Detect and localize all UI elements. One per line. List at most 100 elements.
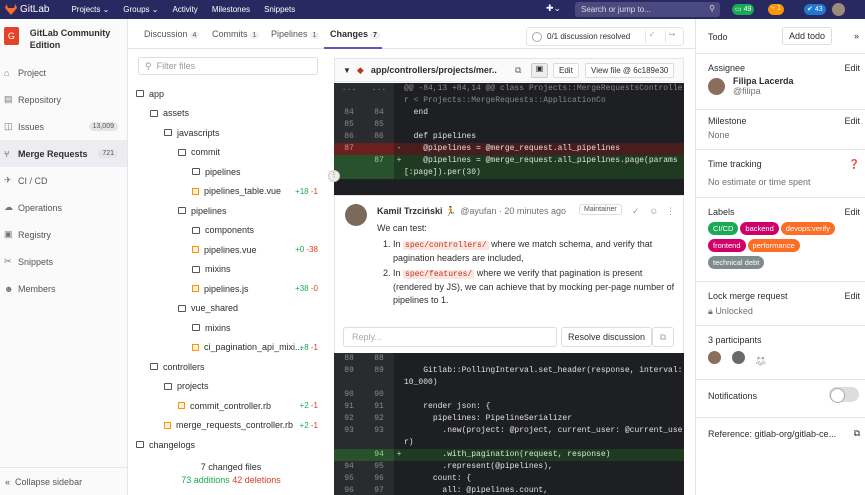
nav-groups[interactable]: Groups ⌄ (123, 5, 158, 14)
issues-badge[interactable]: ✔ 43 (804, 4, 826, 15)
line-number[interactable]: 95 (334, 473, 364, 485)
reply-input[interactable]: Reply... (343, 327, 557, 347)
line-number[interactable]: 94 (364, 449, 394, 461)
tab-changes[interactable]: Changes 7 (330, 29, 380, 39)
tree-file[interactable]: pipelines.vue +0 -38 (128, 240, 334, 260)
collapse-sidebar-button[interactable]: « Collapse sidebar (0, 467, 127, 495)
resolve-issue-icon[interactable]: ⧉ (652, 327, 674, 347)
copy-reference-icon[interactable]: ⧉ (854, 428, 860, 439)
sidebar-item-merge-requests[interactable]: ⑂ Merge Requests 721 (0, 140, 127, 167)
line-number[interactable]: 92 (364, 413, 394, 425)
line-number[interactable]: 93 (364, 425, 394, 449)
tree-folder[interactable]: controllers (128, 357, 334, 377)
line-number[interactable]: 90 (364, 389, 394, 401)
user-avatar[interactable] (832, 3, 845, 16)
view-file-button[interactable]: View file @ 6c189e30 (585, 63, 675, 78)
line-number[interactable]: 88 (364, 353, 394, 365)
line-number[interactable]: ... (334, 83, 364, 107)
label-badge[interactable]: CI/CD (708, 222, 739, 235)
tree-folder[interactable]: mixins (128, 260, 334, 280)
sidebar-item-snippets[interactable]: ✂ Snippets (0, 248, 127, 275)
tab-pipelines[interactable]: Pipelines 1 (271, 29, 320, 39)
collapse-right-sidebar-icon[interactable]: » (854, 31, 859, 41)
participant-avatar[interactable]: 🦊︎ (755, 356, 769, 369)
sidebar-item-members[interactable]: ☻ Members (0, 275, 127, 302)
lock-edit[interactable]: Edit (844, 291, 860, 301)
tree-folder[interactable]: pipelines (128, 201, 334, 221)
line-number[interactable]: 86 (364, 131, 394, 143)
add-todo-button[interactable]: Add todo (782, 27, 833, 45)
line-number[interactable]: 90 (334, 389, 364, 401)
tab-commits[interactable]: Commits 1 (212, 29, 260, 39)
tree-file[interactable]: ci_pagination_api_mixi... +8 -1 (128, 338, 334, 358)
author-avatar[interactable] (345, 204, 367, 226)
label-badge[interactable]: devops:verify (780, 222, 835, 235)
line-number[interactable] (334, 449, 364, 461)
todos-badge[interactable]: ▭ 49 (732, 4, 755, 15)
sidebar-item-ci-cd[interactable]: ✈ CI / CD (0, 167, 127, 194)
nav-milestones[interactable]: Milestones (212, 5, 250, 14)
sidebar-item-project[interactable]: ⌂ Project (0, 59, 127, 86)
line-number[interactable]: 84 (334, 107, 364, 119)
tree-folder[interactable]: app (128, 84, 334, 104)
tree-folder[interactable]: commit (128, 143, 334, 163)
tree-folder[interactable]: javascripts (128, 123, 334, 143)
tree-folder[interactable]: projects (128, 377, 334, 397)
line-number[interactable]: 84 (364, 107, 394, 119)
collapse-caret-icon[interactable]: ▼ (343, 66, 351, 75)
copy-path-icon[interactable]: ⧉ (515, 65, 521, 76)
resolve-discussion-button[interactable]: Resolve discussion (561, 327, 653, 347)
label-badge[interactable]: frontend (708, 239, 746, 252)
line-number[interactable]: 85 (364, 119, 394, 131)
sidebar-item-registry[interactable]: ▣ Registry (0, 221, 127, 248)
jump-next-discussion-icon[interactable]: ↪ (665, 30, 678, 43)
edit-file-button[interactable]: Edit (553, 63, 579, 78)
tree-file[interactable]: pipelines.js +38 -0 (128, 279, 334, 299)
line-number[interactable]: 88 (334, 353, 364, 365)
nav-snippets[interactable]: Snippets (264, 5, 295, 14)
tree-folder[interactable]: assets (128, 104, 334, 124)
resolve-all-icon[interactable]: ✓ (645, 30, 658, 43)
notifications-toggle[interactable] (829, 387, 859, 403)
gitlab-logo[interactable]: GitLab (5, 4, 49, 15)
help-icon[interactable]: ❓ (849, 159, 860, 170)
tree-file[interactable]: commit_controller.rb +2 -1 (128, 396, 334, 416)
tree-folder[interactable]: mixins (128, 318, 334, 338)
sidebar-item-issues[interactable]: ◫ Issues 13,009 (0, 113, 127, 140)
line-number[interactable]: 85 (334, 119, 364, 131)
label-badge[interactable]: backend (740, 222, 779, 235)
more-actions-icon[interactable]: ⋮ (666, 206, 675, 217)
line-number[interactable]: 89 (334, 365, 364, 389)
emoji-icon[interactable]: ☺ (649, 206, 658, 216)
label-badge[interactable]: performance (747, 239, 800, 252)
merge-requests-badge[interactable]: ⑂ 1 (768, 4, 785, 15)
milestone-edit[interactable]: Edit (844, 116, 860, 126)
assignee[interactable]: Filipa Lacerda @filipa (708, 76, 794, 96)
resolve-note-icon[interactable]: ✓ (632, 206, 640, 217)
nav-projects[interactable]: Projects ⌄ (71, 5, 109, 14)
labels-edit[interactable]: Edit (844, 207, 860, 217)
line-number[interactable]: 96 (364, 473, 394, 485)
assignee-edit[interactable]: Edit (844, 63, 860, 73)
line-number[interactable]: 94 (334, 461, 364, 473)
tree-file[interactable]: pipelines_table.vue +18 -1 (128, 182, 334, 202)
line-number[interactable]: 96 (334, 485, 364, 495)
line-number[interactable]: 91 (334, 401, 364, 413)
expand-gutter-icon[interactable]: ⋮ (328, 170, 340, 182)
line-number[interactable]: 87 (364, 155, 394, 179)
tree-folder[interactable]: vue_shared (128, 299, 334, 319)
toggle-comments-button[interactable]: ▣ (531, 63, 548, 78)
label-badge[interactable]: technical debt (708, 256, 765, 269)
line-number[interactable]: 86 (334, 131, 364, 143)
line-number[interactable]: 87 (334, 143, 364, 155)
diff-file-path[interactable]: app/controllers/projects/mer... (371, 65, 497, 75)
tree-file[interactable]: merge_requests_controller.rb +2 -1 (128, 416, 334, 436)
line-number[interactable]: 97 (364, 485, 394, 495)
line-number[interactable]: 89 (364, 365, 394, 389)
sidebar-item-operations[interactable]: ☁ Operations (0, 194, 127, 221)
tab-discussion[interactable]: Discussion 4 (144, 29, 200, 39)
new-item-plus-icon[interactable]: ✚⌄ (546, 3, 561, 14)
participant-avatar[interactable] (731, 351, 745, 364)
filter-files-input[interactable]: ⚲ Filter files (138, 57, 318, 75)
global-search-input[interactable]: Search or jump to... ⚲ (575, 2, 720, 17)
